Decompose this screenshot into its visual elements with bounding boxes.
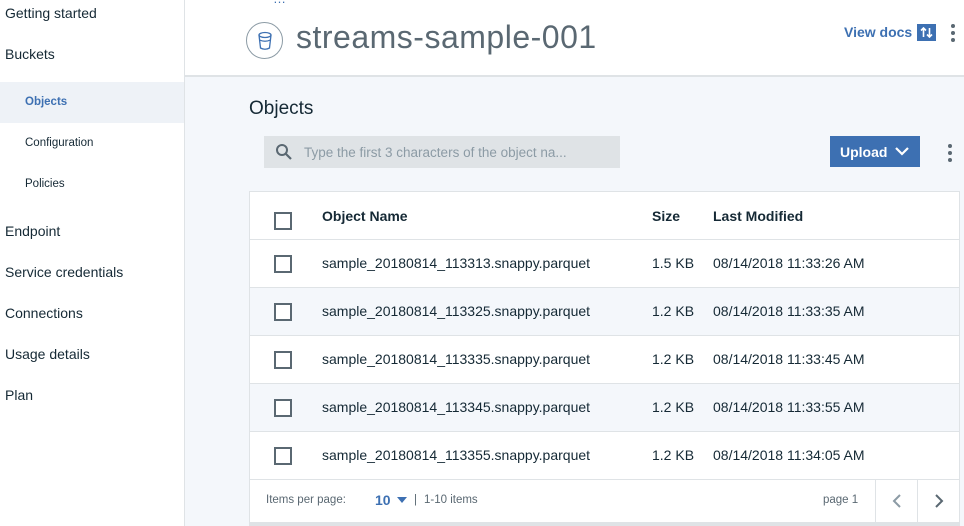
search-input[interactable] (304, 144, 604, 160)
chevron-right-icon (934, 494, 943, 508)
sidebar-subitem-configuration[interactable]: Configuration (0, 123, 184, 164)
object-size: 1.2 KB (652, 399, 695, 415)
items-per-page-label: Items per page: (266, 494, 346, 506)
column-header-size[interactable]: Size (652, 208, 680, 224)
sidebar-item-plan[interactable]: Plan (5, 387, 33, 403)
upload-button-label: Upload (840, 143, 888, 160)
sidebar-subitem-policies[interactable]: Policies (0, 164, 184, 205)
column-header-object-name[interactable]: Object Name (322, 208, 408, 224)
items-per-page-select[interactable]: 10 (375, 492, 407, 508)
sidebar-item-service-credentials[interactable]: Service credentials (5, 264, 123, 280)
next-page-button[interactable] (917, 480, 959, 522)
sidebar-item-usage-details[interactable]: Usage details (5, 346, 90, 362)
object-size: 1.2 KB (652, 303, 695, 319)
chevron-left-icon (892, 494, 901, 508)
search-icon (264, 143, 304, 161)
object-name[interactable]: sample_20180814_113325.snappy.parquet (322, 303, 590, 319)
object-size: 1.2 KB (652, 351, 695, 367)
upload-button[interactable]: Upload (830, 136, 920, 167)
sidebar-item-buckets[interactable]: Buckets (5, 46, 55, 62)
section-title: Objects (249, 98, 314, 119)
sidebar-subitem-objects[interactable]: Objects (0, 82, 184, 123)
page-title: streams-sample-001 (296, 19, 597, 55)
sort-icon[interactable] (917, 24, 936, 41)
table-row[interactable]: sample_20180814_113355.snappy.parquet 1.… (250, 432, 959, 480)
items-range: 1-10 items (424, 494, 478, 506)
items-per-page-value: 10 (375, 492, 391, 508)
sidebar-item-getting-started[interactable]: Getting started (5, 5, 97, 21)
object-name[interactable]: sample_20180814_113313.snappy.parquet (322, 255, 590, 271)
row-checkbox[interactable] (274, 351, 292, 369)
table-bottom-border (249, 522, 960, 526)
row-checkbox[interactable] (274, 255, 292, 273)
object-name[interactable]: sample_20180814_113335.snappy.parquet (322, 351, 590, 367)
caret-down-icon (396, 497, 407, 503)
object-modified: 08/14/2018 11:33:26 AM (713, 255, 865, 271)
table-header: Object Name Size Last Modified (250, 192, 959, 240)
object-modified: 08/14/2018 11:33:45 AM (713, 351, 865, 367)
object-modified: 08/14/2018 11:33:35 AM (713, 303, 865, 319)
chevron-down-icon (895, 147, 909, 156)
table-row[interactable]: sample_20180814_113325.snappy.parquet 1.… (250, 288, 959, 336)
header-overflow-menu-icon[interactable] (951, 24, 955, 42)
bucket-icon (246, 22, 283, 59)
pagination-separator: | (414, 494, 417, 506)
pagination: Items per page: 10 | 1-10 items page 1 (250, 480, 959, 526)
object-modified: 08/14/2018 11:34:05 AM (713, 447, 865, 463)
sidebar-item-endpoint[interactable]: Endpoint (5, 223, 60, 239)
object-size: 1.2 KB (652, 447, 695, 463)
object-name[interactable]: sample_20180814_113355.snappy.parquet (322, 447, 590, 463)
sidebar-item-connections[interactable]: Connections (5, 305, 83, 321)
sidebar: Getting started Buckets Objects Configur… (0, 0, 185, 526)
objects-table: Object Name Size Last Modified sample_20… (249, 191, 960, 526)
table-row[interactable]: sample_20180814_113335.snappy.parquet 1.… (250, 336, 959, 384)
page-header: … streams-sample-001 View docs (185, 0, 964, 77)
page-indicator: page 1 (823, 494, 859, 506)
previous-page-button[interactable] (875, 480, 917, 522)
row-checkbox[interactable] (274, 303, 292, 321)
object-modified: 08/14/2018 11:33:55 AM (713, 399, 865, 415)
select-all-checkbox[interactable] (274, 212, 292, 230)
row-checkbox[interactable] (274, 399, 292, 417)
table-row[interactable]: sample_20180814_113345.snappy.parquet 1.… (250, 384, 959, 432)
objects-overflow-menu-icon[interactable] (948, 144, 952, 162)
breadcrumb[interactable]: … (273, 0, 286, 6)
table-row[interactable]: sample_20180814_113313.snappy.parquet 1.… (250, 240, 959, 288)
view-docs-link[interactable]: View docs (844, 24, 912, 40)
column-header-last-modified[interactable]: Last Modified (713, 208, 803, 224)
object-size: 1.5 KB (652, 255, 695, 271)
search-bar (264, 136, 620, 168)
object-name[interactable]: sample_20180814_113345.snappy.parquet (322, 399, 590, 415)
row-checkbox[interactable] (274, 447, 292, 465)
